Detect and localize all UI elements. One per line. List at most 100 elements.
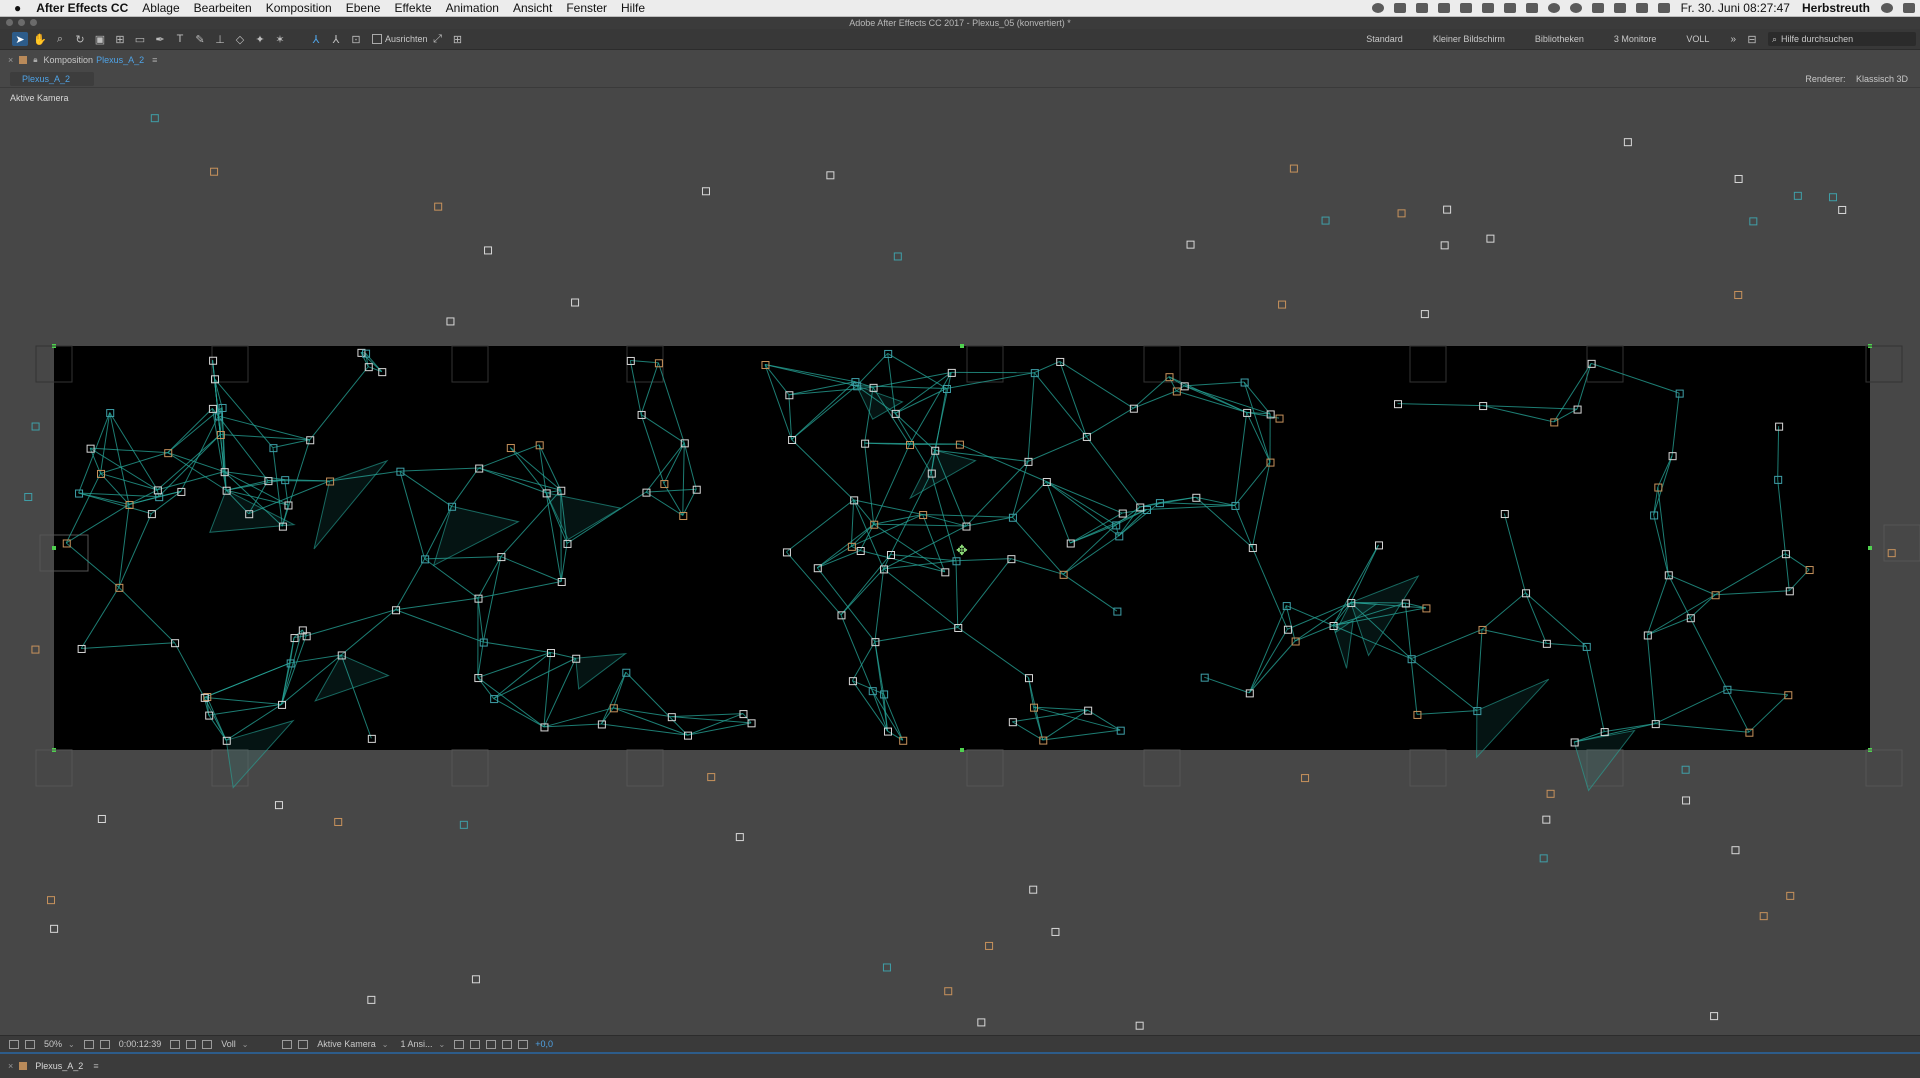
frame-handle (1868, 546, 1872, 550)
menu-komposition[interactable]: Komposition (259, 0, 339, 16)
selection-tool-icon[interactable]: ➤ (12, 32, 28, 46)
renderer-value[interactable]: Klassisch 3D (1856, 74, 1908, 84)
pasteboard-point (25, 494, 32, 501)
exposure-value[interactable]: +0,0 (535, 1039, 553, 1049)
view-axis-icon[interactable]: ⊡ (348, 32, 364, 46)
workspace-standard[interactable]: Standard (1351, 34, 1418, 44)
menu-app[interactable]: After Effects CC (29, 0, 135, 16)
menu-ablage[interactable]: Ablage (135, 0, 186, 16)
shield-icon[interactable] (1438, 3, 1450, 13)
local-axis-icon[interactable]: ⅄ (308, 32, 324, 46)
time-machine-icon[interactable] (1548, 3, 1560, 13)
channel-icon[interactable] (202, 1040, 212, 1049)
help-search-input[interactable]: ⌕ Hilfe durchsuchen (1768, 32, 1916, 46)
menu-ebene[interactable]: Ebene (339, 0, 388, 16)
more-workspaces-icon[interactable]: » (1724, 34, 1742, 45)
show-snapshot-icon[interactable] (186, 1040, 196, 1049)
apple-icon[interactable]: ● (0, 1, 29, 15)
zoom-tool-icon[interactable]: ⌕ (52, 32, 68, 46)
fast-preview-icon[interactable] (282, 1040, 292, 1049)
volume-icon[interactable] (1636, 3, 1648, 13)
battery-icon[interactable] (1658, 3, 1670, 13)
screen-capture-icon[interactable] (1482, 3, 1494, 13)
region-of-interest-icon[interactable] (84, 1040, 94, 1049)
display-icon[interactable] (1504, 3, 1516, 13)
align-checkbox-box[interactable] (372, 34, 382, 44)
timeline-icon[interactable] (486, 1040, 496, 1049)
plexus-canvas: ✥ (0, 87, 1920, 1035)
workspace-3-monitors[interactable]: 3 Monitore (1599, 34, 1672, 44)
bluetooth-icon[interactable] (1592, 3, 1604, 13)
type-tool-icon[interactable]: T (172, 32, 188, 46)
align-checkbox[interactable]: Ausrichten ⤢ ⊞ (372, 32, 468, 46)
menu-ansicht[interactable]: Ansicht (506, 0, 559, 16)
zoom-dropdown[interactable]: 50% (44, 1039, 75, 1049)
minimize-window-button[interactable] (18, 19, 25, 26)
pan-behind-tool-icon[interactable]: ⊞ (112, 32, 128, 46)
resolution-dropdown[interactable]: Voll (221, 1039, 273, 1049)
workspace-voll[interactable]: VOLL (1671, 34, 1724, 44)
spotlight-icon[interactable] (1881, 3, 1893, 13)
moon-icon[interactable] (1570, 3, 1582, 13)
brush-tool-icon[interactable]: ✎ (192, 32, 208, 46)
transparency-grid-icon[interactable] (100, 1040, 110, 1049)
evernote-icon[interactable] (1416, 3, 1428, 13)
rectangle-tool-icon[interactable]: ▭ (132, 32, 148, 46)
monitor-icon[interactable] (25, 1040, 35, 1049)
timeline-menu-icon[interactable]: ≡ (93, 1061, 98, 1071)
snap-icon[interactable]: ⤢ (430, 32, 446, 46)
always-preview-icon[interactable] (9, 1040, 19, 1049)
creative-cloud-icon[interactable] (1372, 3, 1384, 13)
menu-effekte[interactable]: Effekte (387, 0, 438, 16)
menu-fenster[interactable]: Fenster (559, 0, 614, 16)
clone-stamp-tool-icon[interactable]: ⊥ (212, 32, 228, 46)
pen-tool-icon[interactable]: ✒ (152, 32, 168, 46)
workspace-small-screen[interactable]: Kleiner Bildschirm (1418, 34, 1520, 44)
c-app-icon[interactable] (1460, 3, 1472, 13)
timecode[interactable]: 0:00:12:39 (119, 1039, 162, 1049)
menu-hilfe[interactable]: Hilfe (614, 0, 652, 16)
hand-tool-icon[interactable]: ✋ (32, 32, 48, 46)
zoom-window-button[interactable] (30, 19, 37, 26)
guide-box (627, 750, 663, 786)
camera-dropdown[interactable]: Aktive Kamera (317, 1039, 388, 1049)
rotate-tool-icon[interactable]: ↻ (72, 32, 88, 46)
lock-icon[interactable]: 🔒︎ (33, 55, 37, 65)
flowchart-icon[interactable] (502, 1040, 512, 1049)
timeline-tab[interactable]: Plexus_A_2 (35, 1061, 83, 1071)
panel-menu-icon[interactable]: ≡ (152, 55, 157, 65)
workspace-switcher: Standard Kleiner Bildschirm Bibliotheken… (1351, 29, 1920, 49)
pasteboard-point (572, 299, 579, 306)
menu-user[interactable]: Herbstreuth (1796, 1, 1876, 15)
menu-animation[interactable]: Animation (439, 0, 506, 16)
notification-center-icon[interactable] (1903, 3, 1915, 13)
views-dropdown[interactable]: 1 Ansi... (401, 1039, 446, 1049)
pasteboard-point (211, 168, 218, 175)
world-axis-icon[interactable]: ⅄ (328, 32, 344, 46)
renderer-info[interactable]: Renderer: Klassisch 3D (1797, 74, 1908, 84)
roto-brush-tool-icon[interactable]: ✦ (252, 32, 268, 46)
eraser-tool-icon[interactable]: ◇ (232, 32, 248, 46)
menu-bearbeiten[interactable]: Bearbeiten (187, 0, 259, 16)
window-icon[interactable] (1526, 3, 1538, 13)
frame-handle (960, 344, 964, 348)
close-panel-icon[interactable]: × (8, 55, 13, 65)
close-timeline-icon[interactable]: × (8, 1061, 13, 1071)
composition-viewer[interactable]: ✥ (0, 87, 1920, 1035)
camera-tool-icon[interactable]: ▣ (92, 32, 108, 46)
wifi-icon[interactable] (1614, 3, 1626, 13)
toggle-pixel-aspect-icon[interactable] (454, 1040, 464, 1049)
toggle-grid-icon[interactable] (298, 1040, 308, 1049)
fit-to-comp-icon[interactable] (470, 1040, 480, 1049)
menu-clock[interactable]: Fr. 30. Juni 08:27:47 (1675, 1, 1796, 15)
close-window-button[interactable] (6, 19, 13, 26)
workspace-menu-icon[interactable]: ⊟ (1744, 32, 1760, 46)
comp-name-link[interactable]: Plexus_A_2 (96, 55, 144, 65)
snap-grid-icon[interactable]: ⊞ (450, 32, 466, 46)
exposure-reset-icon[interactable] (518, 1040, 528, 1049)
puppet-tool-icon[interactable]: ✶ (272, 32, 288, 46)
dropbox-icon[interactable] (1394, 3, 1406, 13)
snapshot-icon[interactable] (170, 1040, 180, 1049)
workspace-libraries[interactable]: Bibliotheken (1520, 34, 1599, 44)
tab-plexus-a-2[interactable]: Plexus_A_2 (10, 72, 94, 86)
